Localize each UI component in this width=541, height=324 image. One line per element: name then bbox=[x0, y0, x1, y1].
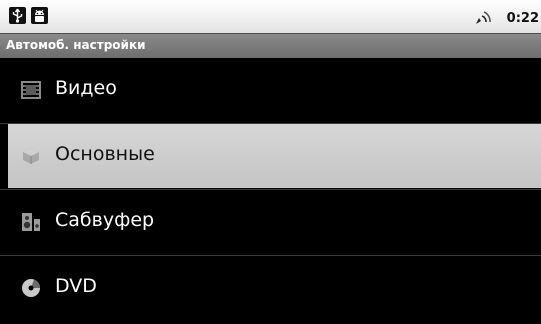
list-item-label: DVD bbox=[55, 275, 97, 297]
usb-icon bbox=[9, 7, 26, 24]
settings-list: Видео Основные Сабвуфер DVD bbox=[0, 58, 541, 324]
status-time: 0:22 bbox=[506, 11, 539, 26]
list-item-label: Основные bbox=[55, 143, 155, 165]
title-bar: Автомоб. настройки bbox=[0, 33, 541, 58]
page-title: Автомоб. настройки bbox=[6, 38, 146, 52]
status-bar: 0:22 bbox=[0, 0, 541, 33]
signal-icon bbox=[473, 9, 493, 27]
list-item-general[interactable]: Основные bbox=[8, 124, 541, 188]
list-item-dvd[interactable]: DVD bbox=[0, 256, 541, 320]
list-item-label: Видео bbox=[55, 77, 117, 99]
disc-icon bbox=[20, 278, 42, 298]
list-item-video[interactable]: Видео bbox=[0, 58, 541, 122]
speaker-icon bbox=[20, 212, 42, 232]
list-item-subwoofer[interactable]: Сабвуфер bbox=[0, 190, 541, 254]
screen: 0:22 Автомоб. настройки Видео Основные С… bbox=[0, 0, 541, 324]
android-debug-icon bbox=[31, 7, 48, 24]
cube-icon bbox=[20, 146, 42, 166]
list-item-label: Сабвуфер bbox=[55, 209, 155, 231]
film-icon bbox=[20, 80, 42, 100]
